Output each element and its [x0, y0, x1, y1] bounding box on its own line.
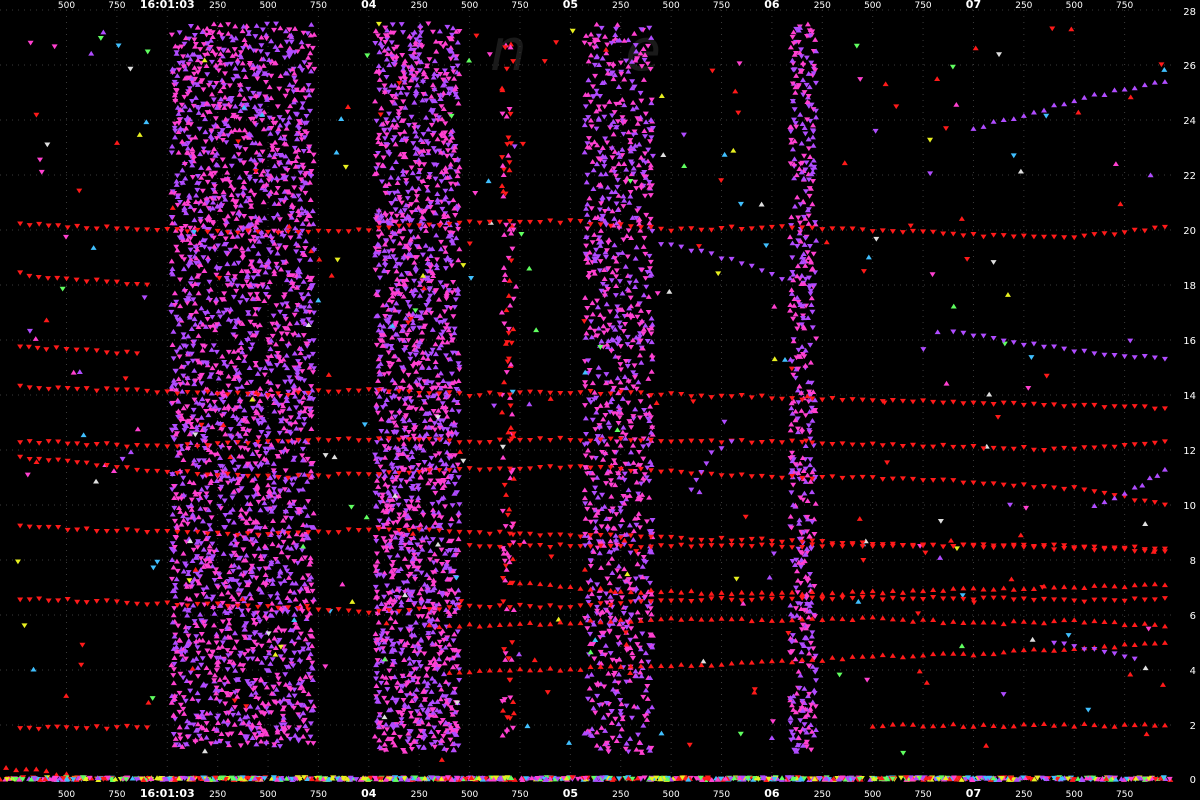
chart-container: n e 500 750 16:01:03 250 500 750 04 250 500 750 05… [0, 0, 1200, 800]
scatter-chart: n e 500 750 16:01:03 250 500 750 04 250 500 750 05… [0, 0, 1200, 800]
